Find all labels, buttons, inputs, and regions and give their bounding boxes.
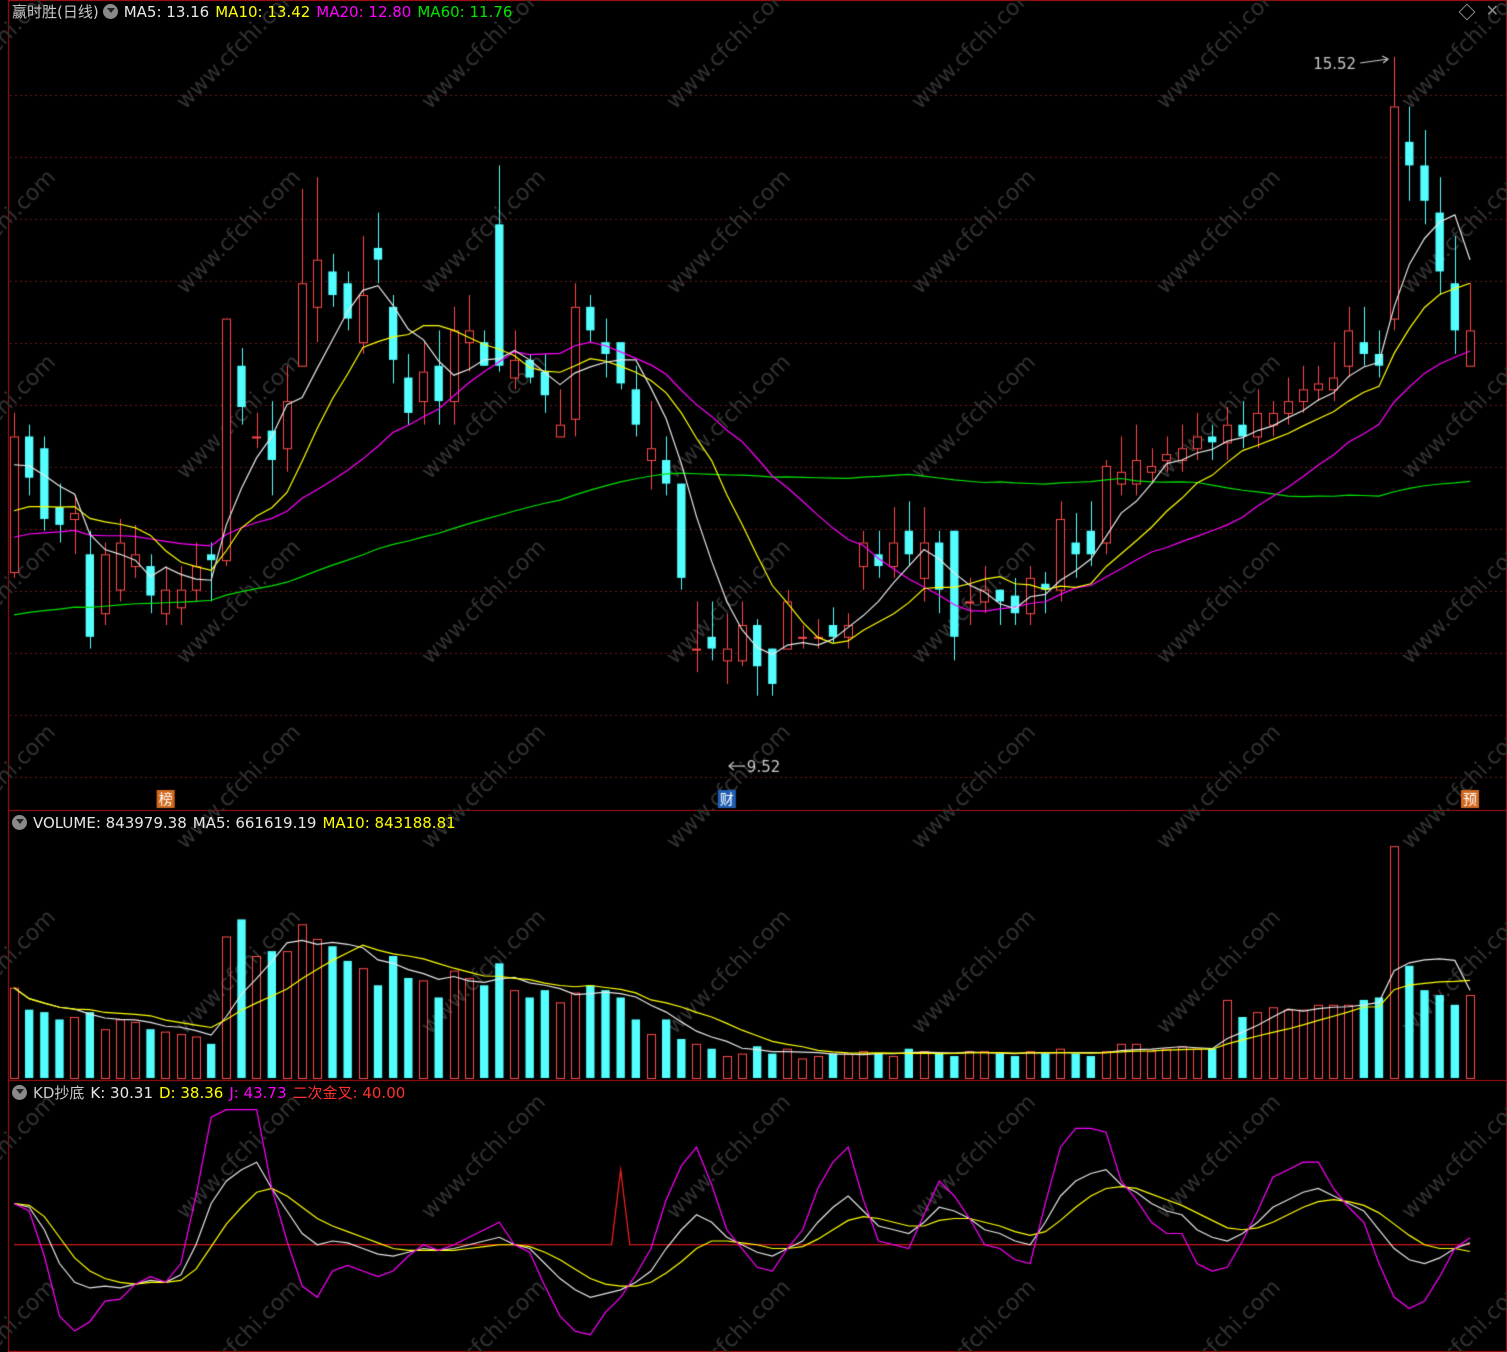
volume-ma10-readout: MA10: 843188.81	[322, 814, 456, 832]
ma20-readout: MA20: 12.80	[316, 3, 412, 21]
kd-k-readout: K: 30.31	[90, 1084, 153, 1102]
main-chart-header: 赢时胜(日线) MA5: 13.16 MA10: 13.42 MA20: 12.80 M…	[0, 1, 518, 23]
close-icon[interactable]: ✕	[1486, 1, 1499, 21]
volume-readout: VOLUME: 843979.38	[33, 814, 187, 832]
settings-dropdown-icon[interactable]	[102, 4, 118, 19]
kd-j-readout: J: 43.73	[229, 1084, 287, 1102]
volume-dropdown-icon[interactable]	[12, 815, 27, 830]
kd-d-readout: D: 38.36	[159, 1084, 224, 1102]
chart-canvas	[0, 0, 1507, 1352]
ma60-readout: MA60: 11.76	[417, 3, 513, 21]
kd-dropdown-icon[interactable]	[12, 1085, 27, 1100]
ma10-readout: MA10: 13.42	[215, 3, 311, 21]
ma5-readout: MA5: 13.16	[123, 3, 210, 21]
kd-title: KD抄底	[33, 1084, 85, 1102]
kd-cross-readout: 二次金叉: 40.00	[292, 1084, 406, 1102]
stock-title[interactable]: 赢时胜(日线)	[12, 3, 99, 21]
volume-ma5-readout: MA5: 661619.19	[192, 814, 317, 832]
volume-header: VOLUME: 843979.38 MA5: 661619.19 MA10: 843…	[0, 812, 462, 834]
kd-header: KD抄底 K: 30.31 D: 38.36 J: 43.73 二次金叉: 40.00	[0, 1082, 411, 1104]
